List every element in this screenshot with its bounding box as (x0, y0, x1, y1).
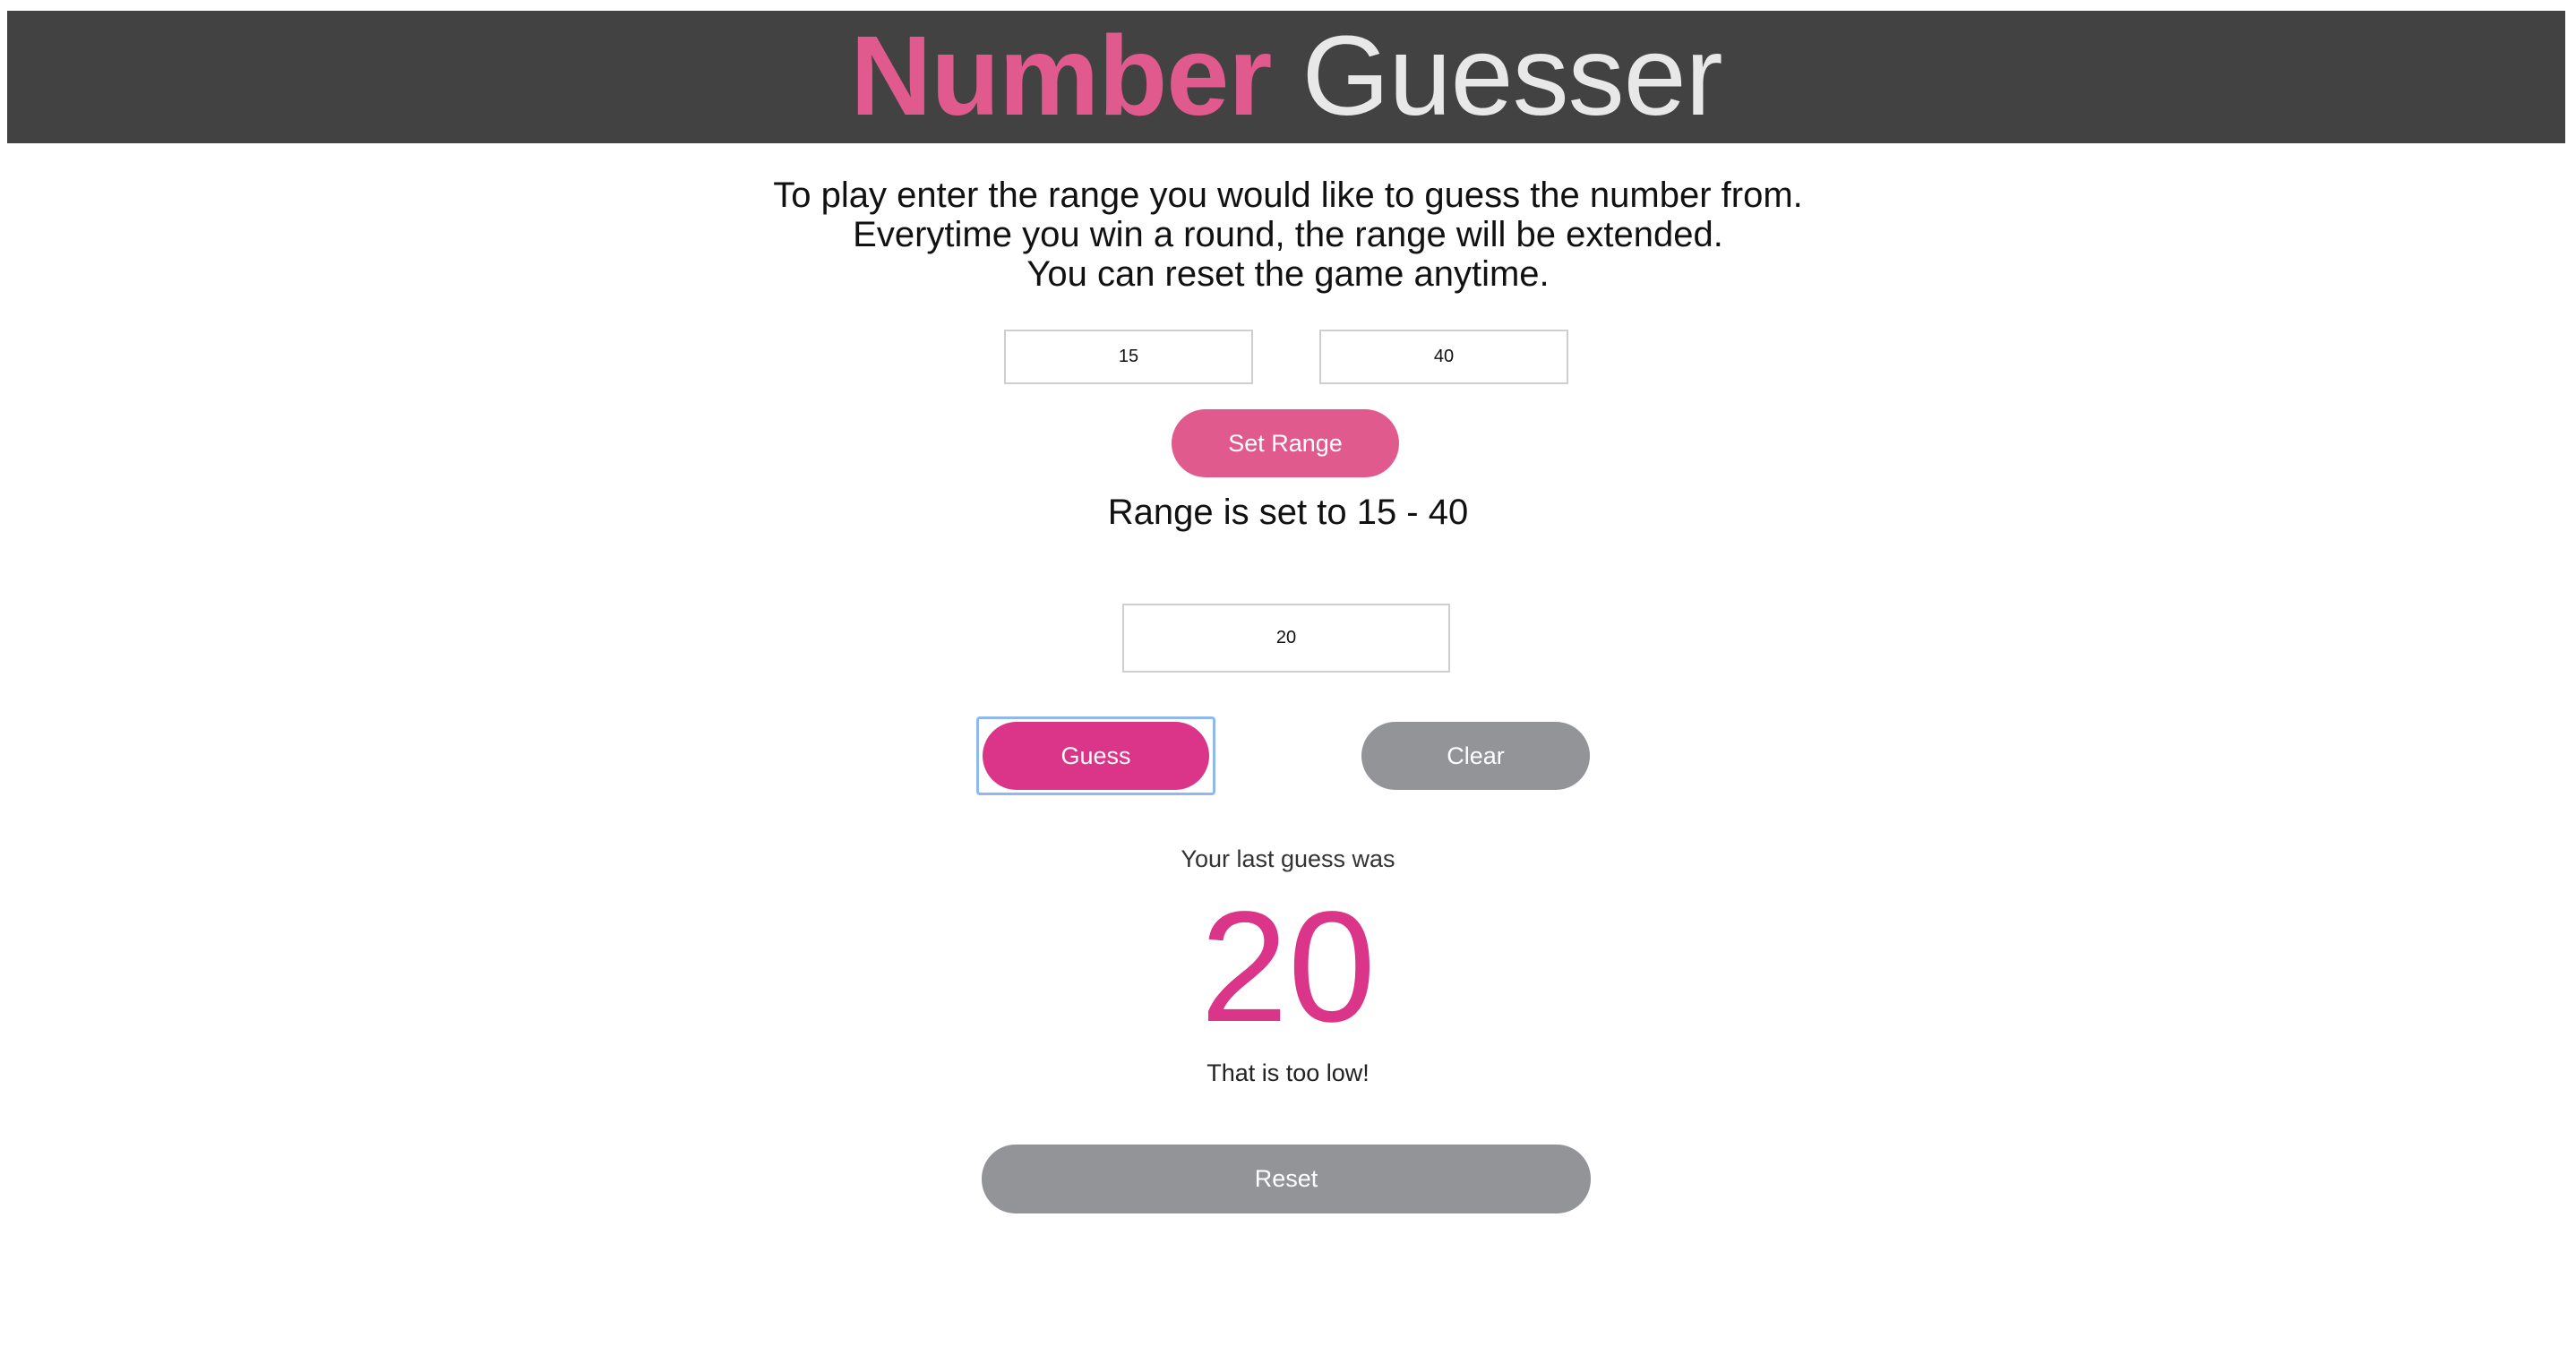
instructions-line-3: You can reset the game anytime. (1026, 254, 1550, 294)
reset-button[interactable]: Reset (982, 1145, 1591, 1213)
app-header: Number Guesser (7, 11, 2565, 143)
range-max-input[interactable] (1319, 330, 1568, 384)
clear-button[interactable]: Clear (1361, 722, 1590, 790)
title-bold: Number (850, 13, 1272, 139)
range-min-input[interactable] (1004, 330, 1253, 384)
last-guess-label: Your last guess was (1181, 845, 1395, 872)
title-light: Guesser (1301, 13, 1722, 139)
guess-button[interactable]: Guess (983, 722, 1209, 790)
set-range-button[interactable]: Set Range (1172, 409, 1399, 477)
instructions: To play enter the range you would like t… (0, 176, 2576, 294)
range-status-text: Range is set to 15 - 40 (1107, 493, 1469, 532)
last-guess-value: 20 (1200, 879, 1376, 1055)
instructions-line-1: To play enter the range you would like t… (773, 176, 1803, 215)
guess-feedback: That is too low! (1206, 1059, 1370, 1086)
instructions-line-2: Everytime you win a round, the range wil… (853, 215, 1723, 254)
page-title: Number Guesser (850, 20, 1722, 133)
guess-input[interactable] (1122, 604, 1450, 673)
